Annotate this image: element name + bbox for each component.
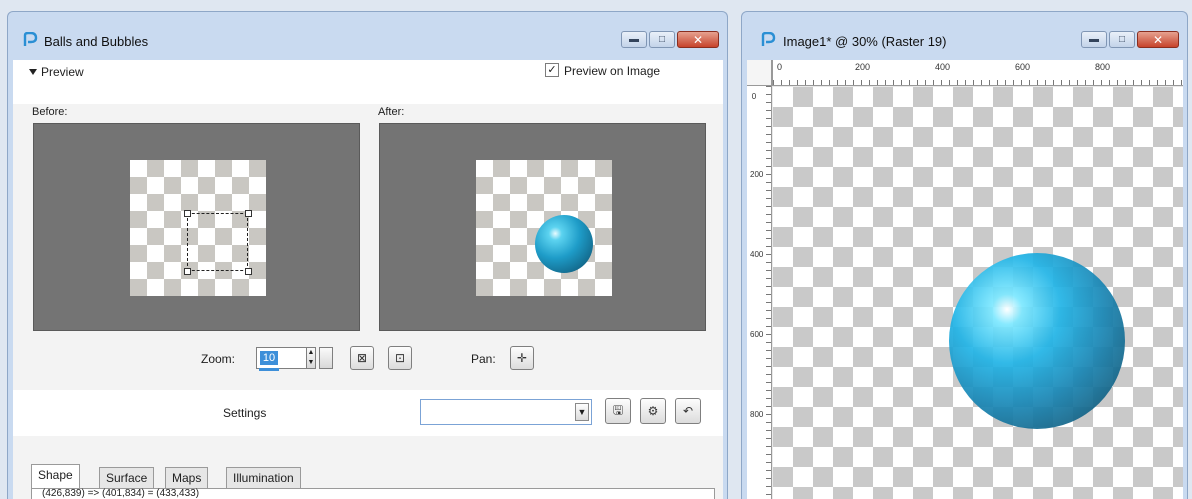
image-caption-buttons: ▬ □ ✕ xyxy=(1081,31,1179,48)
reset-icon: ↶ xyxy=(682,404,694,418)
zoom-underline xyxy=(259,368,279,371)
preview-on-image-checkbox[interactable]: ✓ xyxy=(545,63,559,77)
ruler-label: 600 xyxy=(1015,62,1031,72)
preset-options-icon: ⚙ xyxy=(647,404,659,418)
marquee-handle[interactable] xyxy=(184,268,191,275)
minimize-icon: ▬ xyxy=(629,34,639,45)
preset-options-button[interactable]: ⚙ xyxy=(640,398,666,424)
close-button[interactable]: ✕ xyxy=(1137,31,1179,48)
settings-row: Settings ▼ 🖫 ⚙ ↶ xyxy=(13,390,723,436)
zoom-spinner[interactable]: ▲ ▼ xyxy=(306,347,316,369)
collapse-triangle-icon[interactable] xyxy=(29,69,37,75)
dialog-body: Preview ✓ Preview on Image Before: After… xyxy=(13,60,723,499)
rendered-ball xyxy=(949,253,1125,429)
maximize-icon: □ xyxy=(1118,34,1126,45)
dropdown-arrow-icon[interactable]: ▼ xyxy=(575,403,589,421)
tab-content: (426,839) => (401,834) = (433,433) xyxy=(31,488,715,499)
maximize-icon: □ xyxy=(658,34,666,45)
pan-icon: ✛ xyxy=(516,351,528,365)
marquee-handle[interactable] xyxy=(184,210,191,217)
close-icon: ✕ xyxy=(692,32,704,47)
before-preview[interactable] xyxy=(33,123,360,331)
save-icon: 🖫 xyxy=(612,402,624,417)
pan-button[interactable]: ✛ xyxy=(510,346,534,370)
zoom-input[interactable]: 10 xyxy=(256,347,308,371)
preview-header: Preview ✓ Preview on Image xyxy=(13,60,723,104)
ruler-label: 400 xyxy=(935,62,951,72)
settings-dropdown[interactable]: ▼ xyxy=(420,399,592,425)
tab-surface[interactable]: Surface xyxy=(99,467,155,489)
image-title: Image1* @ 30% (Raster 19) xyxy=(783,34,947,49)
image-window: Image1* @ 30% (Raster 19) ▬ □ ✕ 0 200 40… xyxy=(741,11,1188,499)
dialog-caption-buttons: ▬ □ ✕ xyxy=(621,31,719,48)
image-canvas[interactable] xyxy=(773,87,1183,499)
marquee-handle[interactable] xyxy=(245,268,252,275)
after-label: After: xyxy=(378,106,405,118)
ruler-label: 600 xyxy=(750,330,764,339)
ruler-label: 0 xyxy=(777,62,783,72)
zoom-fit-button[interactable]: ⊠ xyxy=(350,346,374,370)
ruler-label: 800 xyxy=(750,410,764,419)
marquee-handle[interactable] xyxy=(245,210,252,217)
shape-readout: (426,839) => (401,834) = (433,433) xyxy=(42,488,200,499)
image-doc-icon xyxy=(760,31,776,48)
zoom-fit-icon: ⊠ xyxy=(356,351,368,365)
save-preset-button[interactable]: 🖫 xyxy=(605,398,631,424)
pan-label: Pan: xyxy=(471,352,496,366)
dialog-title: Balls and Bubbles xyxy=(44,34,149,49)
image-titlebar[interactable]: Image1* @ 30% (Raster 19) ▬ □ ✕ xyxy=(742,12,1187,58)
balls-and-bubbles-dialog: Balls and Bubbles ▬ □ ✕ Preview ✓ Previe… xyxy=(7,11,728,499)
ruler-label: 200 xyxy=(855,62,871,72)
maximize-button[interactable]: □ xyxy=(649,31,675,48)
after-preview xyxy=(379,123,706,331)
zoom-dropdown[interactable] xyxy=(319,347,333,369)
zoom-pan-row: Zoom: 10 ▲ ▼ ⊠ ⊡ Pan: ✛ xyxy=(13,340,723,380)
preview-section-label[interactable]: Preview xyxy=(41,65,84,79)
minimize-button[interactable]: ▬ xyxy=(1081,31,1107,48)
ruler-label: 400 xyxy=(750,250,764,259)
zoom-actual-icon: ⊡ xyxy=(394,351,406,365)
zoom-actual-button[interactable]: ⊡ xyxy=(388,346,412,370)
minimize-icon: ▬ xyxy=(1089,34,1099,45)
zoom-label: Zoom: xyxy=(201,352,236,366)
vertical-ruler: 0 200 400 600 800 xyxy=(747,86,772,499)
tab-illumination[interactable]: Illumination xyxy=(226,467,301,489)
settings-label: Settings xyxy=(223,406,267,420)
dialog-titlebar[interactable]: Balls and Bubbles ▬ □ ✕ xyxy=(8,12,727,58)
tab-maps[interactable]: Maps xyxy=(165,467,209,489)
before-label: Before: xyxy=(32,106,68,118)
horizontal-ruler: 0 200 400 600 800 xyxy=(772,60,1183,86)
canvas-area: 0 200 400 600 800 0 200 400 600 800 xyxy=(747,60,1183,499)
maximize-button[interactable]: □ xyxy=(1109,31,1135,48)
close-button[interactable]: ✕ xyxy=(677,31,719,48)
ruler-label: 200 xyxy=(750,170,764,179)
zoom-value: 10 xyxy=(260,351,278,365)
paintshop-pro-icon xyxy=(22,31,38,48)
ruler-label: 0 xyxy=(751,92,757,101)
ball-preview xyxy=(535,215,593,273)
ruler-corner xyxy=(747,60,772,86)
selection-marquee[interactable] xyxy=(187,213,248,271)
minimize-button[interactable]: ▬ xyxy=(621,31,647,48)
ruler-label: 800 xyxy=(1095,62,1111,72)
close-icon: ✕ xyxy=(1152,32,1164,47)
preview-on-image-label[interactable]: Preview on Image xyxy=(564,64,660,78)
reset-button[interactable]: ↶ xyxy=(675,398,701,424)
tab-shape[interactable]: Shape xyxy=(31,464,80,490)
